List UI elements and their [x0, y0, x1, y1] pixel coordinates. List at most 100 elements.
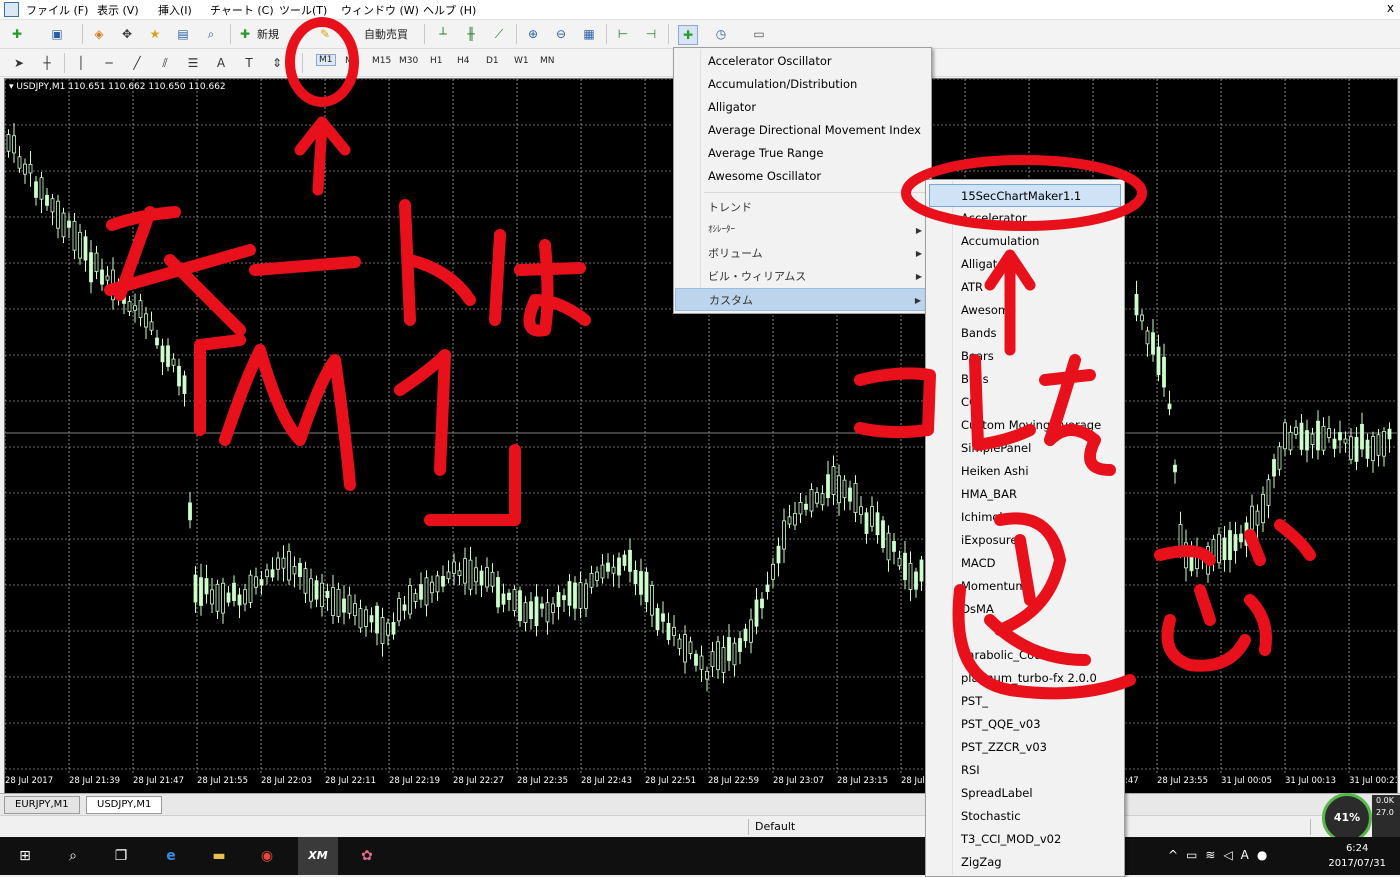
custom-indicator-item[interactable]: OsMA: [927, 598, 1123, 621]
periods-icon[interactable]: ◷: [712, 25, 730, 43]
timeframe-mn[interactable]: MN: [540, 56, 555, 66]
arrows-icon[interactable]: ⇕: [268, 54, 286, 72]
timeframe-h4[interactable]: H4: [457, 56, 470, 66]
file-explorer-icon[interactable]: ▬: [208, 845, 230, 867]
zoom-out-icon[interactable]: ⊖: [552, 25, 570, 43]
line-chart-icon[interactable]: ⟋: [490, 25, 508, 43]
menu-item-accelerator-oscillator[interactable]: Accelerator Oscillator: [675, 50, 930, 73]
timeframe-h1[interactable]: H1: [430, 56, 443, 66]
menu-item-accumulation-distribution[interactable]: Accumulation/Distribution: [675, 73, 930, 96]
custom-indicator-item[interactable]: Momentum: [927, 575, 1123, 598]
channel-icon[interactable]: ⫽: [156, 54, 174, 72]
custom-indicator-item[interactable]: RSI: [927, 759, 1123, 782]
custom-indicator-item[interactable]: Bands: [927, 322, 1123, 345]
custom-indicator-item[interactable]: PST_QQE_v03: [927, 713, 1123, 736]
timeframe-d1[interactable]: D1: [486, 56, 499, 66]
custom-indicator-item[interactable]: Parabolic_Counter_: [927, 644, 1123, 667]
custom-indicator-item[interactable]: HMA_BAR: [927, 483, 1123, 506]
custom-indicator-item[interactable]: Ichimoku: [927, 506, 1123, 529]
menu-tools[interactable]: ツール(T): [279, 2, 327, 18]
menu-item-awesome-oscillator[interactable]: Awesome Oscillator: [675, 165, 930, 188]
tester-icon[interactable]: ⌕: [202, 25, 220, 43]
custom-indicator-item[interactable]: Bears: [927, 345, 1123, 368]
xm-terminal-button[interactable]: XM: [298, 837, 338, 875]
menu-item-alligator[interactable]: Alligator: [675, 96, 930, 119]
custom-indicator-item[interactable]: Accumulation: [927, 230, 1123, 253]
terminal-icon[interactable]: ▤: [174, 25, 192, 43]
custom-indicator-item[interactable]: Heiken Ashi: [927, 460, 1123, 483]
custom-indicator-item[interactable]: iExposure: [927, 529, 1123, 552]
menu-help[interactable]: ヘルプ (H): [423, 2, 476, 18]
custom-indicator-item[interactable]: Accelerator: [927, 207, 1123, 230]
tile-windows-icon[interactable]: ▦: [580, 25, 598, 43]
trendline-icon[interactable]: ╱: [128, 54, 146, 72]
custom-indicator-item[interactable]: Custom Moving Average: [927, 414, 1123, 437]
profiles-icon[interactable]: ▣: [48, 25, 66, 43]
new-order-icon[interactable]: ✚: [236, 25, 254, 43]
menu-item-atr[interactable]: Average True Range: [675, 142, 930, 165]
custom-indicator-item[interactable]: CCI: [927, 391, 1123, 414]
market-watch-icon[interactable]: ◈: [90, 25, 108, 43]
timeframe-m15[interactable]: M15: [372, 56, 391, 66]
app-icon-taskbar[interactable]: ✿: [356, 845, 378, 867]
custom-indicator-item[interactable]: Awesome: [927, 299, 1123, 322]
text-label-icon[interactable]: T: [240, 54, 258, 72]
custom-indicator-item[interactable]: SimplePanel: [927, 437, 1123, 460]
menu-insert[interactable]: 挿入(I): [158, 2, 192, 18]
task-view-icon[interactable]: ❐: [110, 845, 132, 867]
new-chart-icon[interactable]: ✚: [8, 25, 26, 43]
custom-item-15secchartmaker[interactable]: 15SecChartMaker1.1: [929, 184, 1121, 207]
custom-indicator-item[interactable]: PST_: [927, 690, 1123, 713]
indicators-icon[interactable]: ✚: [678, 25, 698, 45]
custom-indicator-item[interactable]: Alligator: [927, 253, 1123, 276]
metaeditor-icon[interactable]: ✎: [316, 25, 334, 43]
custom-indicator-item[interactable]: ATR: [927, 276, 1123, 299]
zoom-in-icon[interactable]: ⊕: [524, 25, 542, 43]
timeframe-m1[interactable]: M1: [316, 54, 336, 66]
tab-eurjpy[interactable]: EURJPY,M1: [4, 796, 80, 814]
custom-indicator-item[interactable]: platinum_turbo-fx 2.0.0: [927, 667, 1123, 690]
menu-group-custom[interactable]: カスタム ▶: [675, 288, 930, 311]
custom-indicator-item[interactable]: T3_CCI_MOD_v02: [927, 828, 1123, 851]
auto-scroll-icon[interactable]: ⊣: [642, 25, 660, 43]
navigator-icon[interactable]: ★: [146, 25, 164, 43]
custom-indicator-item[interactable]: [927, 621, 1123, 644]
menu-window[interactable]: ウィンドウ (W): [341, 2, 419, 18]
windows-start-icon[interactable]: ⊞: [14, 845, 36, 867]
crosshair-icon[interactable]: ┼: [38, 54, 56, 72]
custom-indicator-item[interactable]: Stochastic: [927, 805, 1123, 828]
auto-trading-button[interactable]: 自動売買: [364, 26, 408, 42]
custom-indicator-item[interactable]: SpreadLabel: [927, 782, 1123, 805]
custom-indicator-item[interactable]: Bulls: [927, 368, 1123, 391]
fibonacci-icon[interactable]: ☰: [184, 54, 202, 72]
menu-item-adx[interactable]: Average Directional Movement Index: [675, 119, 930, 142]
custom-indicator-item[interactable]: ZigZag: [927, 851, 1123, 874]
horizontal-line-icon[interactable]: ─: [100, 54, 118, 72]
menu-chart[interactable]: チャート (C): [210, 2, 274, 18]
tab-usdjpy[interactable]: USDJPY,M1: [86, 796, 163, 814]
cursor-icon[interactable]: ➤: [10, 54, 28, 72]
close-icon[interactable]: x: [1387, 1, 1394, 15]
menu-file[interactable]: ファイル (F): [26, 2, 88, 18]
templates-icon[interactable]: ▭: [750, 25, 768, 43]
vertical-line-icon[interactable]: │: [72, 54, 90, 72]
menu-group-volumes[interactable]: ボリューム ▶: [675, 242, 930, 265]
menu-group-trend[interactable]: トレンド ▶: [675, 196, 930, 219]
data-window-icon[interactable]: ✥: [118, 25, 136, 43]
new-order-button[interactable]: 新規: [257, 26, 279, 42]
text-icon[interactable]: A: [212, 54, 230, 72]
timeframe-m5[interactable]: M5: [345, 56, 359, 66]
custom-indicator-item[interactable]: MACD: [927, 552, 1123, 575]
search-icon[interactable]: ⌕: [62, 845, 84, 867]
timeframe-m30[interactable]: M30: [399, 56, 418, 66]
edge-icon[interactable]: e: [160, 845, 182, 867]
menu-group-oscillators[interactable]: ｵｼﾚｰﾀｰ ▶: [675, 219, 930, 242]
bar-chart-icon[interactable]: ┴: [434, 25, 452, 43]
custom-indicator-item[interactable]: PST_ZZCR_v03: [927, 736, 1123, 759]
candlestick-icon[interactable]: ╫: [462, 25, 480, 43]
menu-group-bill-williams[interactable]: ビル・ウィリアムス ▶: [675, 265, 930, 288]
timeframe-w1[interactable]: W1: [514, 56, 529, 66]
menu-view[interactable]: 表示 (V): [97, 2, 139, 18]
chrome-icon[interactable]: ◉: [256, 845, 278, 867]
chart-shift-icon[interactable]: ⊢: [614, 25, 632, 43]
